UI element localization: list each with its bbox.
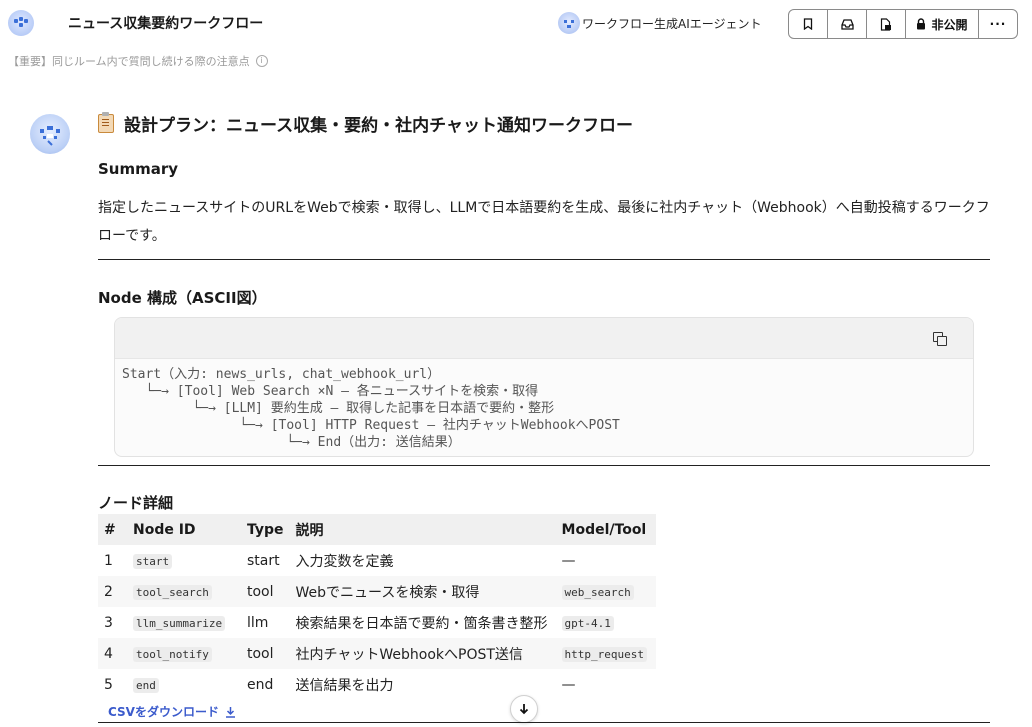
ascii-line: Start（入力: news_urls, chat_webhook_url） <box>122 367 441 382</box>
assistant-message: 設計プラン：ニュース収集・要約・社内チャット通知ワークフロー Summary 指… <box>98 104 990 723</box>
cell-description: Webでニュースを検索・取得 <box>289 576 556 607</box>
node-id-chip: tool_notify <box>133 646 212 662</box>
code-block-header <box>115 318 973 359</box>
plan-heading: 設計プラン：ニュース収集・要約・社内チャット通知ワークフロー <box>98 108 990 138</box>
tool-chip: http_request <box>561 646 648 662</box>
plan-title-text: 設計プラン：ニュース収集・要約・社内チャット通知ワークフロー <box>124 115 633 136</box>
column-header: Node ID <box>127 514 241 545</box>
bot-face-icon <box>40 126 60 146</box>
notice-text: 【重要】同じルーム内で質問し続ける際の注意点 <box>8 55 250 68</box>
node-detail-heading: ノード詳細 <box>98 494 174 512</box>
divider <box>98 465 990 466</box>
notice-link[interactable]: 【重要】同じルーム内で質問し続ける際の注意点 i <box>8 53 268 69</box>
divider <box>98 722 990 723</box>
ascii-line: └─→ End（出力: 送信結果） <box>122 435 461 450</box>
bookmark-button[interactable] <box>789 10 828 38</box>
cell-description: 入力変数を定義 <box>295 553 394 570</box>
cell-description: 送信結果を出力 <box>295 677 394 694</box>
cell-node-id: tool_notify <box>127 638 241 669</box>
node-id-chip: tool_search <box>133 584 212 600</box>
cell-model-tool: web_search <box>555 576 656 607</box>
cell-node-id: start <box>127 545 241 576</box>
top-bar: ニュース収集要約ワークフロー ワークフロー生成AIエージェント 非公開 ··· <box>0 0 1032 46</box>
cell-index: 3 <box>104 614 113 631</box>
download-icon <box>225 706 235 718</box>
node-structure-heading: Node 構成（ASCII図） <box>98 289 267 307</box>
cell-type: tool <box>241 638 290 669</box>
node-id-chip: llm_summarize <box>133 615 226 631</box>
inbox-icon <box>840 18 854 30</box>
document-icon <box>880 17 891 31</box>
cell-index: 4 <box>98 638 127 669</box>
clipboard-icon <box>98 111 114 133</box>
cell-index: 2 <box>98 576 127 607</box>
cell-model-tool: gpt-4.1 <box>556 607 656 638</box>
cell-description: 社内チャットWebhookへPOST送信 <box>289 638 556 669</box>
cell-index: 5 <box>104 676 113 693</box>
summary-heading: Summary <box>98 160 179 178</box>
lock-icon <box>917 18 926 30</box>
csv-download-label: CSVをダウンロード <box>108 705 219 719</box>
column-header: Type <box>241 514 290 545</box>
action-bar: 非公開 ··· <box>788 9 1018 39</box>
cell-model-tool: — <box>561 676 576 693</box>
column-header: Model/Tool <box>555 514 656 545</box>
table-row: 5 end end 送信結果を出力 — <box>98 669 656 700</box>
ascii-diagram: Start（入力: news_urls, chat_webhook_url） └… <box>115 359 973 456</box>
table-row: 4 tool_notify tool 社内チャットWebhookへPOST送信 … <box>98 638 656 669</box>
document-button[interactable] <box>867 10 906 38</box>
scroll-down-button[interactable] <box>510 695 538 723</box>
cell-node-id: llm_summarize <box>127 607 241 638</box>
node-id-chip: start <box>133 553 173 569</box>
cell-type: end <box>247 676 274 693</box>
cell-node-id: end <box>127 669 241 700</box>
arrow-down-icon <box>519 704 529 715</box>
table-header-row: # Node ID Type 説明 Model/Tool <box>98 514 656 545</box>
cell-type: tool <box>241 576 290 607</box>
cell-node-id: tool_search <box>127 576 241 607</box>
agent-name: ワークフロー生成AIエージェント <box>582 16 762 31</box>
ascii-line: └─→ [LLM] 要約生成 – 取得した記事を日本語で要約・整形 <box>122 401 555 416</box>
cell-type: start <box>247 552 280 569</box>
visibility-button[interactable]: 非公開 <box>906 10 979 38</box>
ascii-line: └─→ [Tool] Web Search ×N – 各ニュースサイトを検索・取… <box>122 384 539 399</box>
code-block: Start（入力: news_urls, chat_webhook_url） └… <box>114 317 974 457</box>
copy-icon[interactable] <box>933 332 947 346</box>
bot-avatar <box>30 114 70 154</box>
table-row: 3 llm_summarize llm 検索結果を日本語で要約・箇条書き整形 g… <box>98 607 656 638</box>
app-avatar[interactable] <box>8 10 34 36</box>
summary-text: 指定したニュースサイトのURLをWebで検索・取得し、LLMで日本語要約を生成、… <box>98 200 990 244</box>
column-header: # <box>98 514 127 545</box>
table-row: 1 start start 入力変数を定義 — <box>98 545 656 576</box>
divider <box>98 259 990 260</box>
more-button[interactable]: ··· <box>979 10 1017 38</box>
page-title: ニュース収集要約ワークフロー <box>68 16 264 32</box>
cell-type: llm <box>247 614 269 631</box>
model-chip: gpt-4.1 <box>561 615 614 631</box>
inbox-button[interactable] <box>828 10 867 38</box>
agent-selector[interactable]: ワークフロー生成AIエージェント <box>558 12 762 34</box>
info-icon: i <box>255 55 268 67</box>
visibility-label: 非公開 <box>931 17 968 32</box>
cell-model-tool: — <box>561 552 576 569</box>
bookmark-icon <box>803 18 813 30</box>
cell-description: 検索結果を日本語で要約・箇条書き整形 <box>295 615 548 632</box>
agent-avatar <box>558 12 580 34</box>
tool-chip: web_search <box>561 584 634 600</box>
ascii-line: └─→ [Tool] HTTP Request – 社内チャットWebhookへ… <box>122 418 620 433</box>
cell-index: 1 <box>104 552 113 569</box>
cell-model-tool: http_request <box>555 638 656 669</box>
node-id-chip: end <box>133 677 159 693</box>
table-row: 2 tool_search tool Webでニュースを検索・取得 web_se… <box>98 576 656 607</box>
csv-download-link[interactable]: CSVをダウンロード <box>108 703 236 720</box>
column-header: 説明 <box>289 514 556 545</box>
node-detail-table: # Node ID Type 説明 Model/Tool 1 start sta… <box>98 514 656 700</box>
